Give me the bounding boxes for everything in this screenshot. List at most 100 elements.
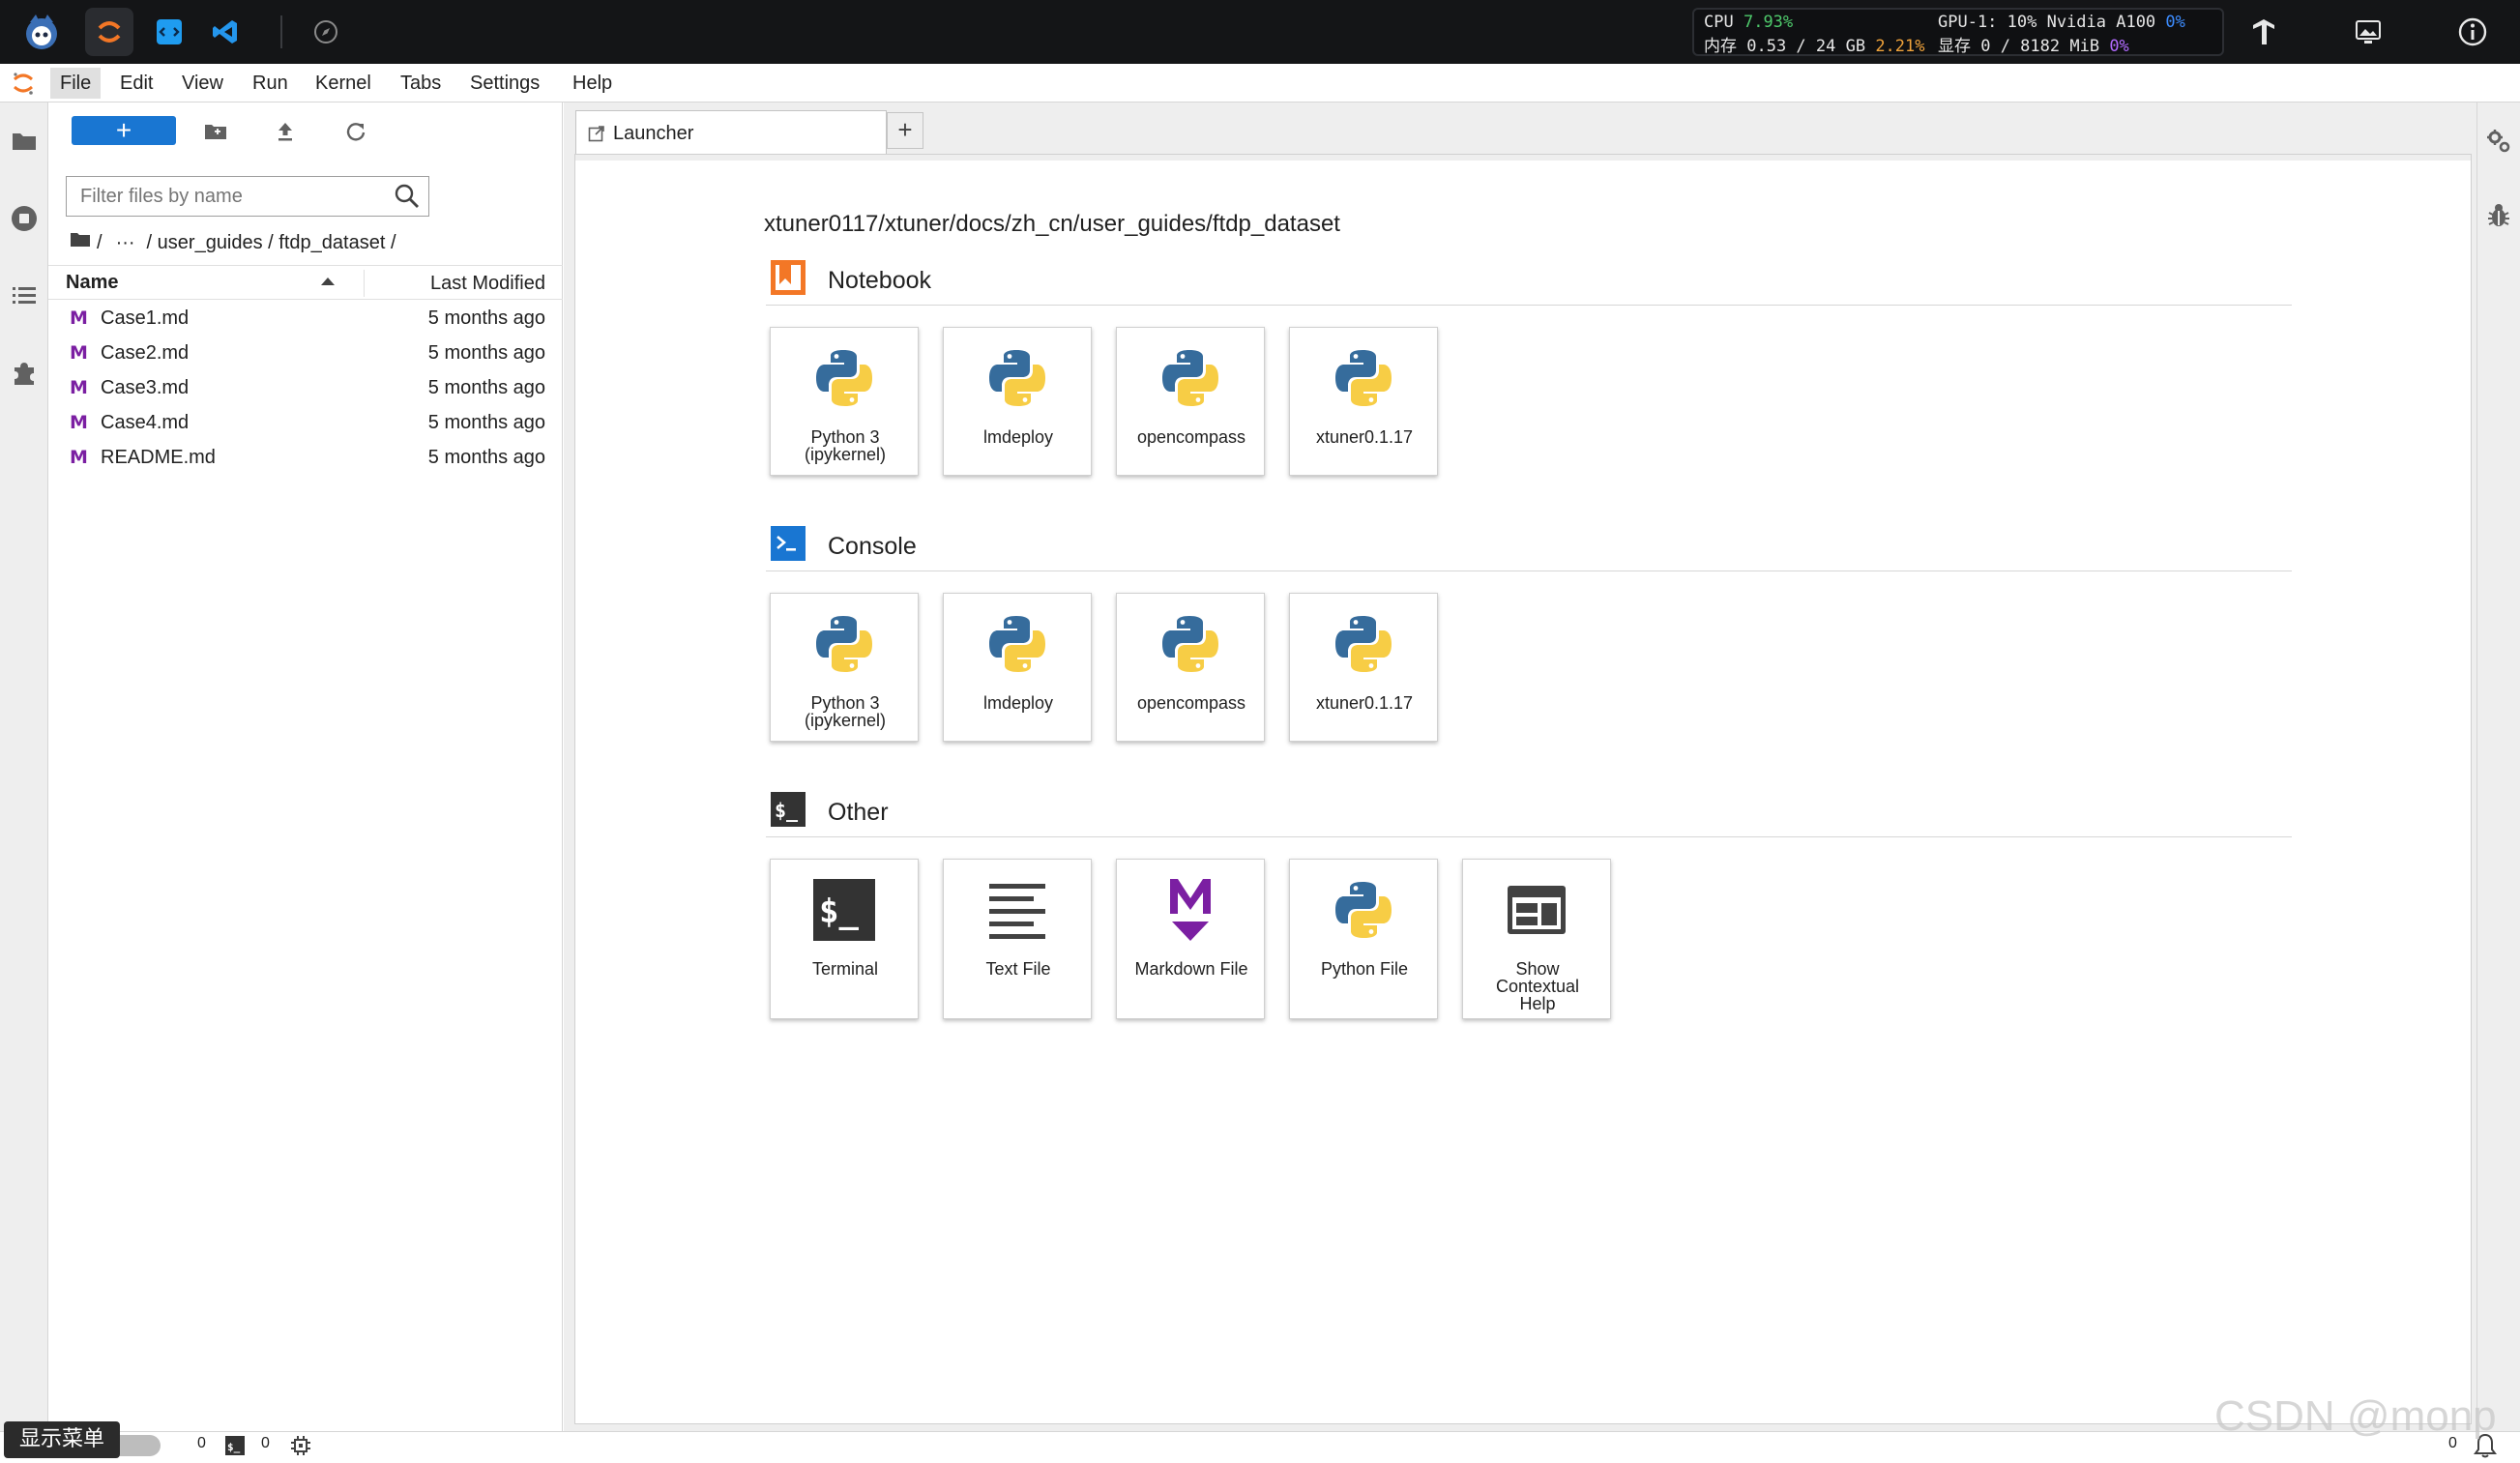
file-modified: 5 months ago: [427, 447, 545, 468]
console-card-lmdeploy[interactable]: lmdeploy: [943, 593, 1092, 742]
terminals-count: 0: [197, 1435, 206, 1451]
column-last-modified-header[interactable]: Last Modified: [430, 266, 545, 299]
menu-view[interactable]: View: [172, 68, 233, 99]
notebook-card-lmdeploy[interactable]: lmdeploy: [943, 327, 1092, 476]
kernels-count: 0: [261, 1435, 270, 1451]
file-row-case4[interactable]: M Case4.md 5 months ago: [48, 406, 563, 441]
folder-icon[interactable]: [0, 116, 48, 166]
gpu-label: GPU-1: 10% Nvidia A100: [1938, 13, 2156, 32]
menu-kernel[interactable]: Kernel: [306, 68, 381, 99]
memory-label: 内存 0.53 / 24 GB: [1704, 37, 1866, 56]
kernel-status-icon[interactable]: [290, 1435, 311, 1461]
breadcrumb-ellipsis[interactable]: ···: [116, 232, 135, 254]
upload-icon[interactable]: [271, 118, 300, 145]
new-folder-icon[interactable]: [201, 118, 230, 145]
card-label: opencompass: [1136, 427, 1246, 447]
other-card-contextual-help[interactable]: Show Contextual Help: [1462, 859, 1611, 1019]
markdown-icon: [1156, 875, 1225, 945]
file-row-case1[interactable]: M Case1.md 5 months ago: [48, 302, 563, 336]
show-menu-button[interactable]: 显示菜单: [4, 1421, 120, 1458]
breadcrumb-path[interactable]: / user_guides / ftdp_dataset /: [147, 232, 396, 254]
new-tab-button[interactable]: +: [887, 112, 923, 149]
other-card-markdown-file[interactable]: Markdown File: [1116, 859, 1265, 1019]
file-browser-toolbar: +: [48, 116, 563, 168]
console-card-xtuner[interactable]: xtuner0.1.17: [1289, 593, 1438, 742]
table-of-contents-icon[interactable]: [0, 271, 48, 321]
jupyter-icon[interactable]: [85, 8, 133, 56]
launcher-tab-icon: [588, 125, 605, 147]
info-icon[interactable]: [2448, 8, 2497, 56]
memory-value: 2.21%: [1875, 37, 1925, 56]
monitor-app-icon[interactable]: [17, 8, 66, 56]
desktop-image-icon[interactable]: [2344, 8, 2392, 56]
breadcrumb-root[interactable]: /: [97, 232, 103, 254]
file-row-case2[interactable]: M Case2.md 5 months ago: [48, 336, 563, 371]
card-label: Python 3 (ipykernel): [804, 427, 887, 464]
other-card-terminal[interactable]: $_ Terminal: [770, 859, 919, 1019]
card-label: lmdeploy: [982, 693, 1054, 713]
other-card-text-file[interactable]: Text File: [943, 859, 1092, 1019]
file-modified: 5 months ago: [427, 307, 545, 329]
markdown-file-icon: M: [70, 412, 88, 433]
vscode-icon[interactable]: [201, 8, 249, 56]
section-title: Console: [828, 533, 917, 560]
column-name-header[interactable]: Name: [66, 266, 118, 299]
section-notebook: Notebook Python 3 (ipykernel) lmdeploy o…: [766, 253, 2292, 491]
other-card-python-file[interactable]: Python File: [1289, 859, 1438, 1019]
markdown-file-icon: M: [70, 342, 88, 364]
sort-ascending-icon[interactable]: [321, 278, 335, 285]
cpu-value: 7.93%: [1743, 13, 1794, 32]
file-name: Case2.md: [101, 342, 190, 364]
python-logo-icon: [982, 609, 1052, 679]
tab-launcher[interactable]: Launcher: [575, 110, 887, 155]
extension-puzzle-icon[interactable]: [0, 348, 48, 398]
menu-settings[interactable]: Settings: [460, 68, 549, 99]
file-row-case3[interactable]: M Case3.md 5 months ago: [48, 371, 563, 406]
refresh-icon[interactable]: [341, 118, 370, 145]
svg-text:$_: $_: [227, 1441, 241, 1453]
card-label: opencompass: [1136, 693, 1246, 713]
markdown-file-icon: M: [70, 377, 88, 398]
search-icon[interactable]: [394, 183, 421, 215]
markdown-file-icon: M: [70, 447, 88, 468]
terminal-section-icon: $_: [770, 791, 806, 828]
menu-tabs[interactable]: Tabs: [391, 68, 451, 99]
tensorflow-icon[interactable]: [2240, 8, 2288, 56]
file-row-readme[interactable]: M README.md 5 months ago: [48, 441, 563, 476]
card-label: xtuner0.1.17: [1315, 427, 1414, 447]
property-inspector-gears-icon[interactable]: [2485, 128, 2512, 160]
vram-value: 0%: [2109, 37, 2129, 56]
terminal-status-icon[interactable]: $_: [224, 1435, 246, 1461]
filter-files-input[interactable]: [67, 177, 376, 216]
launcher-panel: xtuner0117/xtuner/docs/zh_cn/user_guides…: [575, 155, 2471, 1423]
menu-run[interactable]: Run: [243, 68, 298, 99]
cpu-label: CPU: [1704, 13, 1734, 32]
contextual-help-icon: [1502, 875, 1571, 945]
vram-label: 显存 0 / 8182 MiB: [1938, 37, 2100, 56]
tab-label: Launcher: [613, 123, 694, 144]
card-label: xtuner0.1.17: [1315, 693, 1414, 713]
menu-bar: File Edit View Run Kernel Tabs Settings …: [0, 64, 2520, 102]
console-icon: [770, 525, 806, 562]
running-sessions-icon[interactable]: [0, 193, 48, 244]
new-launcher-button[interactable]: +: [72, 116, 176, 145]
right-sidebar: [2476, 102, 2520, 1431]
python-logo-icon: [809, 343, 879, 413]
card-label: Terminal: [811, 959, 879, 979]
menu-help[interactable]: Help: [563, 68, 622, 99]
menu-file[interactable]: File: [50, 68, 102, 99]
card-label: Python File: [1320, 959, 1409, 979]
console-card-opencompass[interactable]: opencompass: [1116, 593, 1265, 742]
notebook-card-xtuner[interactable]: xtuner0.1.17: [1289, 327, 1438, 476]
compass-icon[interactable]: [302, 8, 350, 56]
debugger-bug-icon[interactable]: [2487, 203, 2510, 233]
vscode-web-icon[interactable]: [145, 8, 193, 56]
breadcrumb-home-folder-icon[interactable]: [70, 231, 91, 254]
console-card-python3[interactable]: Python 3 (ipykernel): [770, 593, 919, 742]
python-logo-icon: [1156, 609, 1225, 679]
notebook-card-opencompass[interactable]: opencompass: [1116, 327, 1265, 476]
python-logo-icon: [1329, 343, 1398, 413]
menu-edit[interactable]: Edit: [110, 68, 162, 99]
notebook-card-python3[interactable]: Python 3 (ipykernel): [770, 327, 919, 476]
terminal-icon: $_: [809, 875, 879, 945]
